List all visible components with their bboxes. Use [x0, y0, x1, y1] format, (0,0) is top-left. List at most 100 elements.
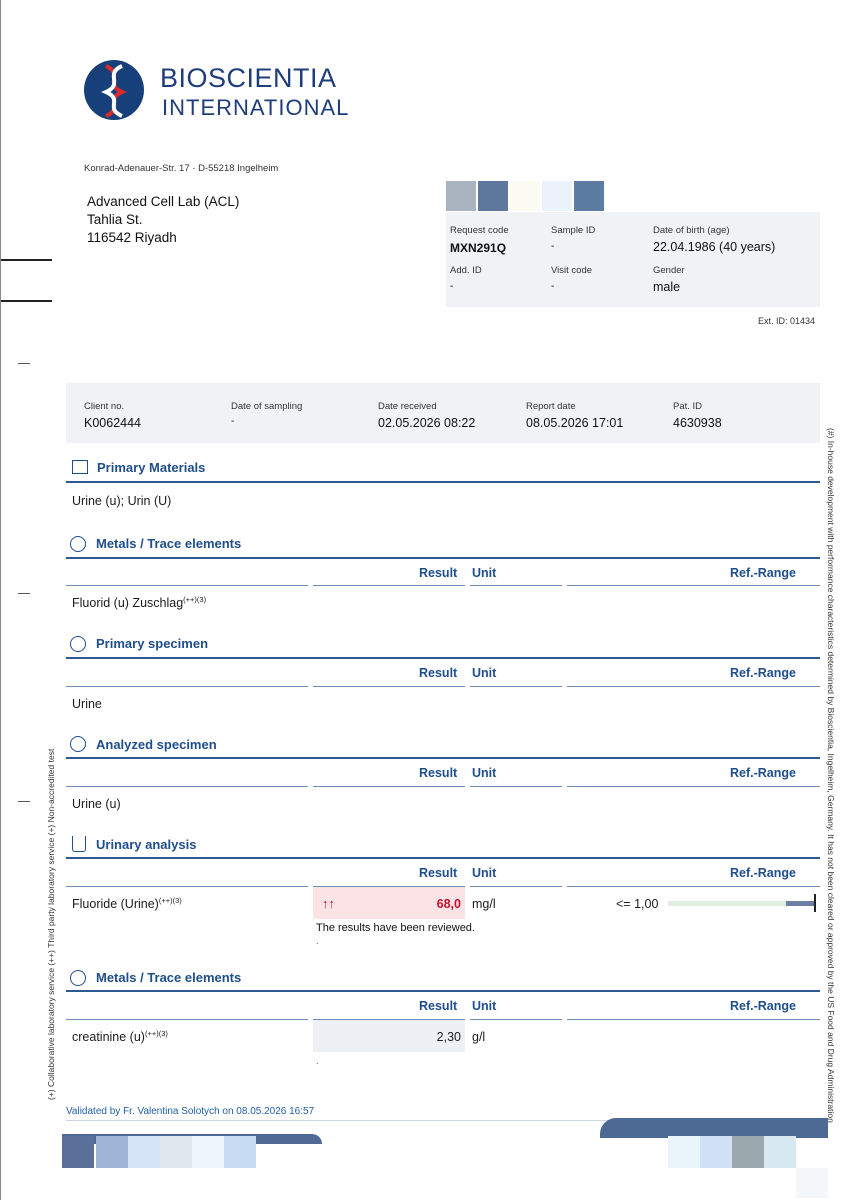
- range-bar-marker: [814, 894, 816, 912]
- page-edge: [0, 0, 1, 1200]
- footnote-marker: (++)(3): [183, 595, 207, 604]
- margin-tick: [18, 593, 30, 594]
- column-divider: [470, 1019, 562, 1020]
- recipient-line-1: Advanced Cell Lab (ACL): [87, 194, 240, 209]
- section-divider: [66, 481, 820, 483]
- pat-id-label: Pat. ID: [673, 401, 703, 412]
- add-id-value: -: [450, 281, 454, 292]
- margin-tick: [18, 363, 30, 364]
- received-date-value: 02.05.2026 08:22: [378, 416, 476, 430]
- helix-icon: [70, 736, 86, 752]
- column-divider: [313, 786, 465, 787]
- report-date-value: 08.05.2026 17:01: [526, 416, 624, 430]
- fluoride-ref-range: <= 1,00: [616, 897, 659, 911]
- add-id-label: Add. ID: [450, 265, 482, 276]
- redacted-block: [796, 1168, 828, 1198]
- section-divider: [66, 757, 820, 759]
- column-ref-range: Ref.-Range: [730, 566, 796, 580]
- creatinine-result: 2,30: [436, 1030, 461, 1044]
- column-divider: [313, 585, 465, 586]
- column-unit: Unit: [472, 866, 497, 880]
- footnote-right-vertical: (#) In-house development with performanc…: [826, 428, 836, 1123]
- redacted-block: [192, 1136, 224, 1168]
- redacted-block: [478, 181, 508, 211]
- logo-line-1: BIOSCIENTIA: [160, 63, 337, 93]
- ext-id: Ext. ID: 01434: [758, 316, 816, 326]
- gender-label: Gender: [653, 265, 685, 276]
- redacted-block: [600, 1118, 828, 1138]
- column-result: Result: [419, 999, 458, 1013]
- column-ref-range: Ref.-Range: [730, 999, 796, 1013]
- column-result: Result: [419, 566, 458, 580]
- report-date-label: Report date: [526, 401, 576, 412]
- column-unit: Unit: [472, 566, 497, 580]
- redacted-block: [732, 1136, 764, 1168]
- section-divider: [66, 557, 820, 559]
- redacted-block: [96, 1136, 128, 1168]
- sample-id-value: -: [551, 241, 555, 252]
- visit-code-label: Visit code: [551, 265, 593, 276]
- column-result: Result: [419, 866, 458, 880]
- column-divider: [66, 585, 308, 586]
- visit-code-value: -: [551, 281, 555, 292]
- helix-icon: [70, 536, 86, 552]
- column-divider: [66, 1019, 308, 1020]
- creatinine-row-label: creatinine (u)(++)(3): [72, 1029, 168, 1044]
- fluorid-row-label: Fluorid (u) Zuschlag(++)(3): [72, 595, 207, 610]
- column-divider: [567, 886, 820, 887]
- gender-value: male: [653, 280, 681, 294]
- helix-icon: [70, 970, 86, 986]
- footnote-marker: (++)(3): [158, 896, 182, 905]
- column-ref-range: Ref.-Range: [730, 666, 796, 680]
- sampling-date-value: -: [231, 416, 235, 427]
- beaker-icon: [72, 836, 86, 852]
- received-date-label: Date received: [378, 401, 437, 412]
- redacted-block: [510, 181, 540, 211]
- client-info-bar: [66, 383, 820, 443]
- dot-marker: .: [316, 1056, 319, 1066]
- redacted-block: [668, 1136, 700, 1168]
- fluoride-result: 68,0: [436, 897, 461, 911]
- section-divider: [66, 990, 820, 992]
- column-divider: [470, 585, 562, 586]
- section-divider: [66, 657, 820, 659]
- review-note: The results have been reviewed.: [316, 922, 475, 934]
- dob-label: Date of birth (age): [653, 225, 730, 236]
- section-title-urinary-analysis: Urinary analysis: [96, 837, 197, 852]
- fluoride-row-label: Fluoride (Urine)(++)(3): [72, 896, 182, 911]
- column-divider: [567, 585, 820, 586]
- logo-line-2: INTERNATIONAL: [162, 95, 350, 120]
- column-unit: Unit: [472, 999, 497, 1013]
- fluorid-text: Fluorid (u) Zuschlag: [72, 596, 184, 610]
- column-ref-range: Ref.-Range: [730, 866, 796, 880]
- column-divider: [470, 686, 562, 687]
- range-bar-fill: [786, 901, 814, 906]
- column-divider: [313, 686, 465, 687]
- section-title-metals-2: Metals / Trace elements: [96, 970, 242, 985]
- request-code-label: Request code: [450, 225, 509, 236]
- column-unit: Unit: [472, 666, 497, 680]
- redacted-block: [62, 1136, 94, 1168]
- sender-address: Konrad-Adenauer-Str. 17 · D-55218 Ingelh…: [84, 163, 279, 174]
- column-divider: [567, 686, 820, 687]
- column-unit: Unit: [472, 766, 497, 780]
- redacted-block: [224, 1136, 256, 1168]
- footnote-left-vertical: (+) Collaborative laboratory service (++…: [46, 748, 56, 1100]
- redacted-block: [160, 1136, 192, 1168]
- section-divider: [66, 857, 820, 859]
- recipient-line-3: 116542 Riyadh: [87, 230, 177, 245]
- section-title-analyzed-specimen: Analyzed specimen: [96, 737, 217, 752]
- fluoride-text: Fluoride (Urine): [72, 897, 159, 911]
- fluoride-unit: mg/l: [472, 897, 496, 911]
- recipient-line-2: Tahlia St.: [87, 212, 143, 227]
- pat-id-value: 4630938: [673, 416, 722, 430]
- column-divider: [567, 1019, 820, 1020]
- analyzed-specimen-row: Urine (u): [72, 797, 121, 811]
- column-divider: [66, 886, 308, 887]
- client-no-value: K0062444: [84, 416, 142, 430]
- fold-mark: [0, 259, 52, 261]
- column-divider: [66, 786, 308, 787]
- primary-materials-text: Urine (u); Urin (U): [72, 494, 172, 508]
- bioscientia-logo-icon: [84, 60, 144, 120]
- creatinine-text: creatinine (u): [72, 1030, 145, 1044]
